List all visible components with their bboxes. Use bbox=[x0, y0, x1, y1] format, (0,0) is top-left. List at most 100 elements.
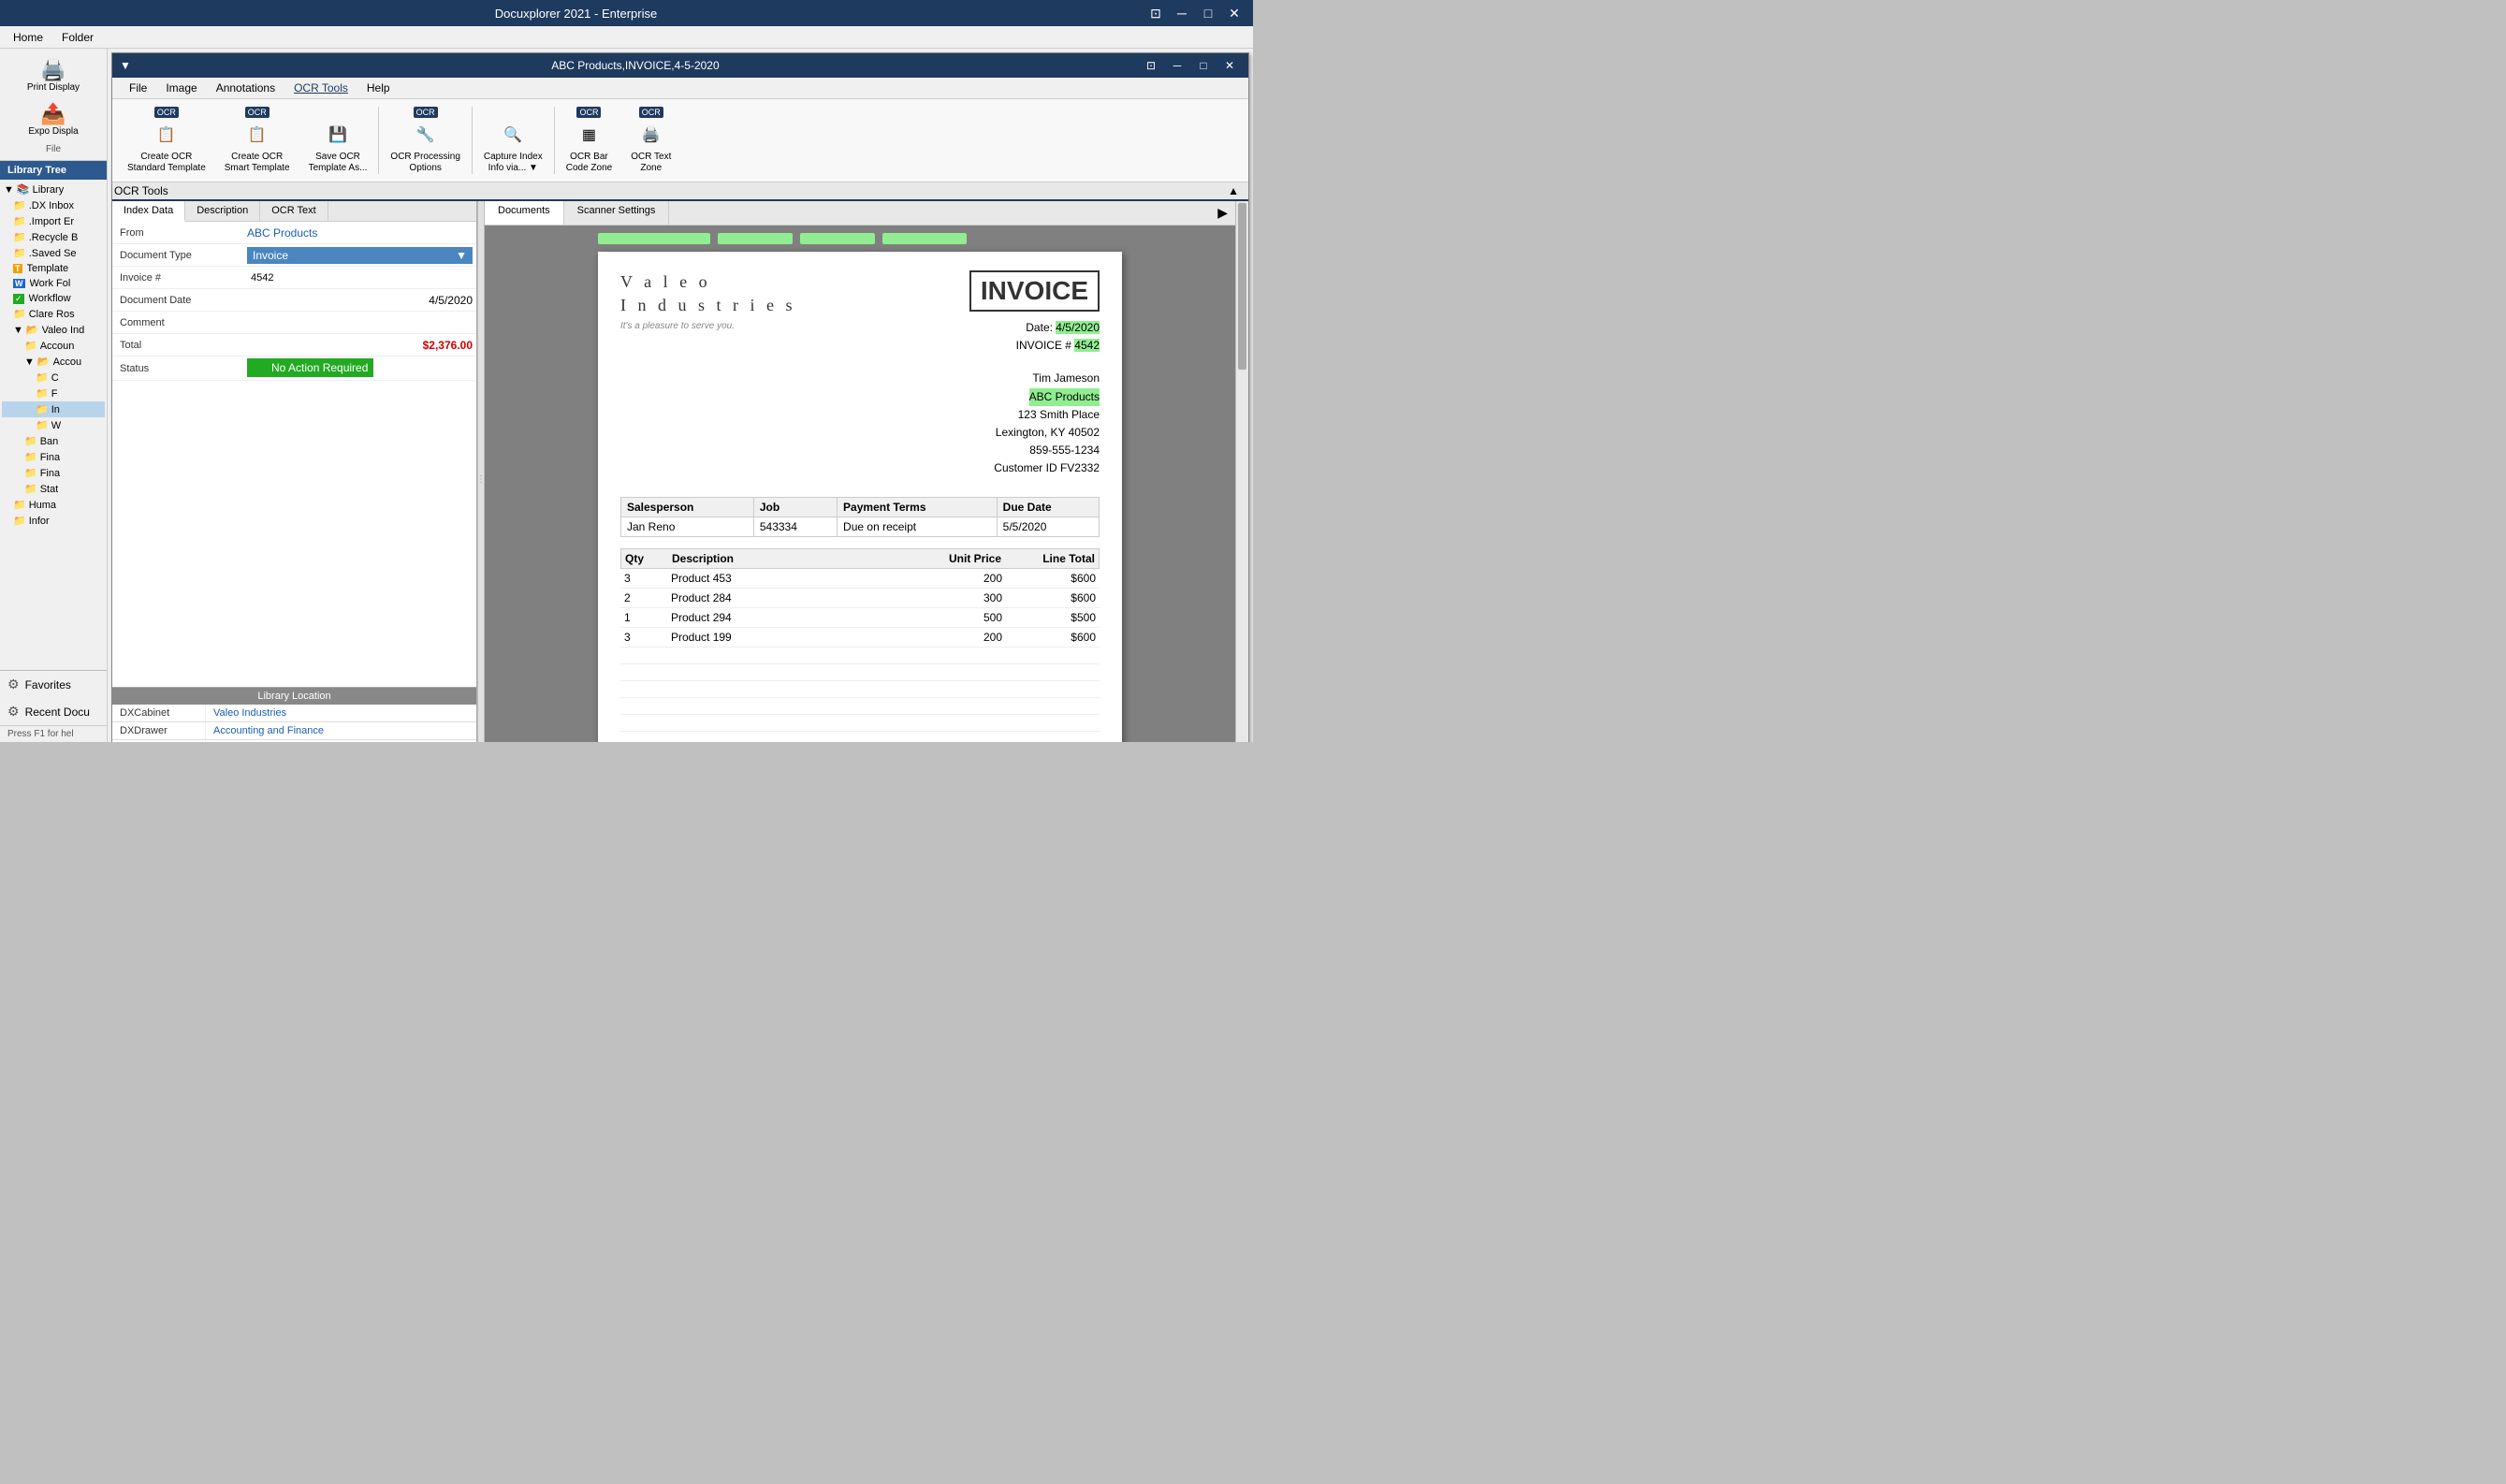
tree-item-huma[interactable]: 📁Huma bbox=[2, 497, 105, 513]
doc-minimize-button[interactable]: ─ bbox=[1166, 54, 1188, 77]
tree-item-recycle[interactable]: 📁.Recycle B bbox=[2, 229, 105, 245]
tree-item-clare[interactable]: 📁Clare Ros bbox=[2, 306, 105, 322]
create-smart-label: Create OCRSmart Template bbox=[225, 152, 290, 174]
ocr-badge-1: OCR bbox=[154, 107, 179, 118]
label-comment: Comment bbox=[112, 314, 243, 331]
tree-item-fina1[interactable]: 📁Fina bbox=[2, 449, 105, 465]
lib-val-cabinet[interactable]: Valeo Industries bbox=[206, 705, 294, 721]
tree-item-valeo[interactable]: ▼📂Valeo Ind bbox=[2, 322, 105, 338]
qty-3: 1 bbox=[624, 611, 671, 624]
menu-home[interactable]: Home bbox=[4, 29, 52, 46]
tree-item-stat[interactable]: 📁Stat bbox=[2, 481, 105, 497]
scrollbar-thumb[interactable] bbox=[1238, 203, 1246, 370]
tab-documents[interactable]: Documents bbox=[485, 201, 564, 225]
ocr-text-zone-button[interactable]: OCR 🖨️ OCR TextZone bbox=[623, 103, 678, 178]
doc-menu-file[interactable]: File bbox=[120, 80, 156, 96]
from-value[interactable]: ABC Products bbox=[247, 226, 317, 240]
unit-4: 200 bbox=[909, 631, 1002, 644]
tree-item-in[interactable]: 📁In bbox=[2, 401, 105, 417]
unit-2: 300 bbox=[909, 591, 1002, 604]
lib-val-drawer[interactable]: Accounting and Finance bbox=[206, 722, 331, 739]
invoice-paper: V a l e oI n d u s t r i e s It's a plea… bbox=[598, 252, 1122, 742]
app-restore-button[interactable]: ⊡ bbox=[1144, 2, 1167, 24]
doc-system-menu[interactable]: ▼ bbox=[120, 59, 131, 72]
comment-input[interactable] bbox=[247, 316, 473, 329]
ribbon-content: OCR 📋 Create OCRStandard Template OCR 📋 … bbox=[112, 99, 1248, 182]
tree-item-workflow[interactable]: ✓Workflow bbox=[2, 291, 105, 306]
ocr-bar-4 bbox=[882, 233, 967, 244]
value-invoice-num bbox=[243, 269, 476, 286]
menu-folder[interactable]: Folder bbox=[52, 29, 103, 46]
doc-menu-annotations[interactable]: Annotations bbox=[207, 80, 284, 96]
tab-ocr-text[interactable]: OCR Text bbox=[260, 201, 328, 221]
ribbon-collapse-button[interactable]: ▲ bbox=[1228, 184, 1239, 197]
viewer-content[interactable]: V a l e oI n d u s t r i e s It's a plea… bbox=[485, 226, 1235, 742]
tree-item-saved[interactable]: 📁.Saved Se bbox=[2, 245, 105, 261]
resize-handle[interactable]: ⋮ bbox=[477, 201, 485, 742]
lib-row-drawer: DXDrawer Accounting and Finance bbox=[112, 722, 476, 740]
col-due-date: Due Date bbox=[997, 497, 1099, 516]
app-close-button[interactable]: ✕ bbox=[1223, 2, 1246, 24]
library-location: Library Location DXCabinet Valeo Industr… bbox=[112, 687, 476, 743]
doc-close-button[interactable]: ✕ bbox=[1218, 54, 1241, 77]
tree-item-f[interactable]: 📁F bbox=[2, 386, 105, 401]
export-display-button[interactable]: 📤 Expo Displa bbox=[4, 98, 103, 140]
lib-val-folder[interactable]: Accounts Payable\Invoice Processing bbox=[206, 740, 392, 743]
print-display-button[interactable]: 🖨️ Print Display bbox=[4, 54, 103, 96]
doc-restore-button[interactable]: ⊡ bbox=[1140, 54, 1162, 77]
tree-item-workfol[interactable]: WWork Fol bbox=[2, 276, 105, 291]
tree-item-c[interactable]: 📁C bbox=[2, 370, 105, 386]
capture-index-button[interactable]: 🔍 Capture IndexInfo via... ▼ bbox=[476, 103, 550, 178]
value-total: $2,376.00 bbox=[243, 337, 476, 354]
tree-item-accou2[interactable]: ▼📂Accou bbox=[2, 354, 105, 370]
tab-index-data[interactable]: Index Data bbox=[112, 201, 185, 222]
invoice-num-highlight: 4542 bbox=[1074, 339, 1100, 352]
doc-type-select[interactable]: Invoice ▼ bbox=[247, 247, 473, 264]
ocr-barcode-button[interactable]: OCR ▦ OCR BarCode Zone bbox=[559, 103, 619, 178]
doc-title-bar: ▼ ABC Products,INVOICE,4-5-2020 ⊡ ─ □ ✕ bbox=[112, 53, 1248, 78]
doc-menu-image[interactable]: Image bbox=[156, 80, 206, 96]
tree-item-library[interactable]: ▼📚Library bbox=[2, 182, 105, 197]
doc-date-value[interactable]: 4/5/2020 bbox=[429, 294, 473, 307]
export-display-label: Expo Displa bbox=[28, 126, 78, 137]
panel-tabs: Index Data Description OCR Text bbox=[112, 201, 476, 222]
processing-options-label: OCR ProcessingOptions bbox=[390, 152, 459, 174]
ocr-badge-5: OCR bbox=[639, 107, 663, 118]
tree-item-dx-inbox[interactable]: 📁.DX Inbox bbox=[2, 197, 105, 213]
lib-row-cabinet: DXCabinet Valeo Industries bbox=[112, 705, 476, 722]
ocr-processing-options-button[interactable]: OCR 🔧 OCR ProcessingOptions bbox=[383, 103, 467, 178]
doc-menu-help[interactable]: Help bbox=[357, 80, 400, 96]
tree-item-infor[interactable]: 📁Infor bbox=[2, 513, 105, 529]
left-toolbar: 🖨️ Print Display 📤 Expo Displa File Libr… bbox=[0, 49, 108, 742]
app-maximize-button[interactable]: □ bbox=[1197, 2, 1219, 24]
viewer-scrollbar[interactable] bbox=[1235, 201, 1248, 742]
value-doc-date: 4/5/2020 bbox=[243, 292, 476, 309]
tree-item-ban[interactable]: 📁Ban bbox=[2, 433, 105, 449]
sidebar-recent[interactable]: ⚙ Recent Docu bbox=[0, 698, 107, 725]
doc-maximize-button[interactable]: □ bbox=[1192, 54, 1215, 77]
tree-item-w[interactable]: 📁W bbox=[2, 417, 105, 433]
save-template-button[interactable]: 💾 Save OCRTemplate As... bbox=[301, 103, 375, 178]
invoice-title-block: INVOICE Date: 4/5/2020 INVOICE # 4542 Ti… bbox=[969, 270, 1100, 478]
create-smart-template-button[interactable]: OCR 📋 Create OCRSmart Template bbox=[217, 103, 298, 178]
app-minimize-button[interactable]: ─ bbox=[1171, 2, 1193, 24]
tab-scanner-settings[interactable]: Scanner Settings bbox=[564, 201, 670, 225]
tree-item-fina2[interactable]: 📁Fina bbox=[2, 465, 105, 481]
doc-menu-ocr[interactable]: OCR Tools bbox=[284, 80, 357, 96]
invoice-num-input[interactable] bbox=[247, 271, 473, 284]
doc-window: ▼ ABC Products,INVOICE,4-5-2020 ⊡ ─ □ ✕ … bbox=[111, 52, 1249, 742]
ribbon-group-label: OCR Tools bbox=[114, 184, 168, 197]
ocr-bar-3 bbox=[800, 233, 875, 244]
tree-item-template[interactable]: TTemplate bbox=[2, 261, 105, 276]
sidebar-favorites[interactable]: ⚙ Favorites bbox=[0, 671, 107, 698]
viewer-scroll-right[interactable]: ▶ bbox=[1210, 201, 1235, 225]
tree-item-import[interactable]: 📁.Import Er bbox=[2, 213, 105, 229]
status-color-indicator bbox=[253, 360, 268, 375]
col-salesperson: Salesperson bbox=[621, 497, 754, 516]
create-standard-template-button[interactable]: OCR 📋 Create OCRStandard Template bbox=[120, 103, 213, 178]
tab-description[interactable]: Description bbox=[185, 201, 260, 221]
index-form: From ABC Products Document Type bbox=[112, 222, 476, 687]
tree-item-accoun1[interactable]: 📁Accoun bbox=[2, 338, 105, 354]
doc-window-controls: ⊡ ─ □ ✕ bbox=[1140, 54, 1241, 77]
total-value[interactable]: $2,376.00 bbox=[423, 339, 473, 352]
